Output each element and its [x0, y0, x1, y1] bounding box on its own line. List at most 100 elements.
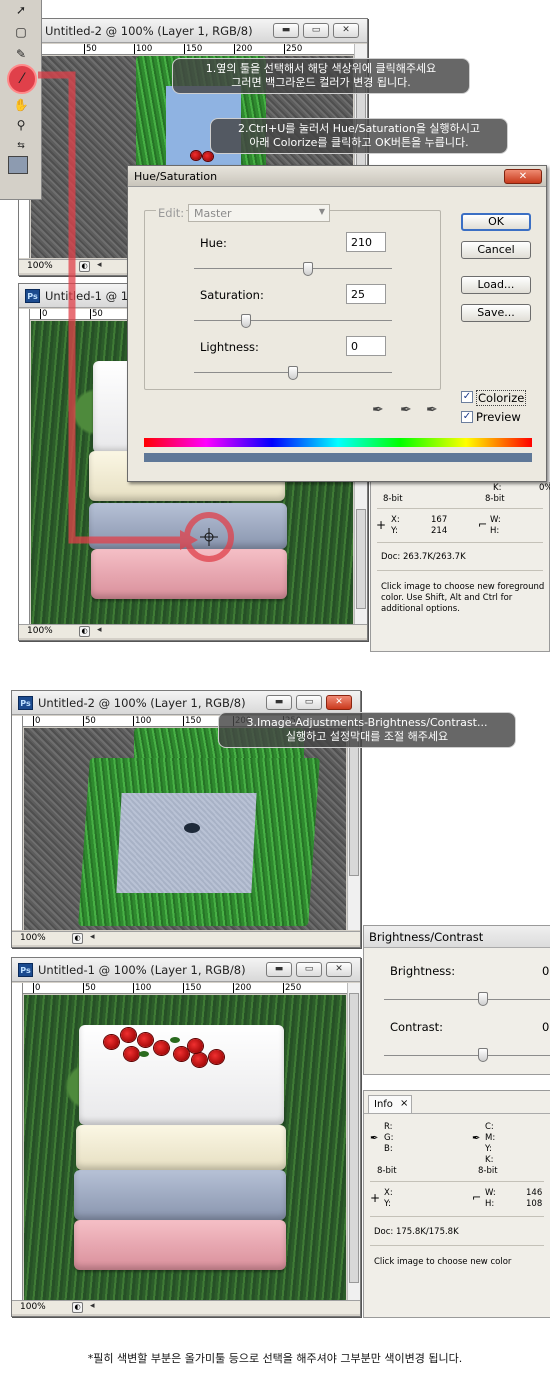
saturation-slider-knob[interactable] — [241, 314, 251, 328]
preview-label[interactable]: Preview — [476, 410, 521, 424]
rose-decoration — [188, 1039, 203, 1053]
ruler-tick: 200 — [232, 983, 252, 993]
dialog-title-bar[interactable]: Brightness/Contrast — [364, 926, 550, 948]
blue-mat-result — [74, 1170, 286, 1220]
colorize-checkbox[interactable]: ✓ — [461, 391, 473, 403]
colorize-label[interactable]: Colorize — [476, 390, 527, 406]
status-menu-icon[interactable]: ◐ — [72, 933, 83, 944]
adjustment-group — [144, 210, 441, 390]
minimize-button[interactable]: ▬ — [266, 962, 292, 977]
saturation-value-input[interactable]: 25 — [346, 284, 386, 304]
info-k-label: K: — [485, 1155, 494, 1165]
rose-decoration — [121, 1028, 136, 1042]
info-help-text: additional options. — [381, 604, 460, 614]
zoom-level[interactable]: 100% — [20, 1302, 46, 1312]
dialog-close-button[interactable]: ✕ — [504, 169, 542, 184]
saturation-label: Saturation: — [200, 288, 264, 302]
divider — [377, 542, 543, 543]
info-panel: K: 0% 8-bit 8-bit + X: 167 Y: 214 ⌐ W: H… — [370, 482, 550, 652]
rose-decoration — [174, 1047, 189, 1061]
hue-slider[interactable] — [194, 262, 392, 276]
save-button[interactable]: Save... — [461, 304, 531, 322]
brightness-slider-knob[interactable] — [478, 992, 488, 1006]
sample-eyedropper-icon: ✒ — [472, 1133, 481, 1144]
contrast-slider-knob[interactable] — [478, 1048, 488, 1062]
maximize-button[interactable]: ▭ — [296, 962, 322, 977]
brightness-value[interactable]: 0 — [542, 964, 549, 978]
window-title: Untitled-2 @ 100% (Layer 1, RGB/8) — [38, 696, 246, 710]
lightness-value-input[interactable]: 0 — [346, 336, 386, 356]
callout-line: 실행하고 설정막대를 조절 해주세요 — [285, 730, 449, 743]
cancel-button[interactable]: Cancel — [461, 241, 531, 259]
edit-label: Edit: — [156, 206, 187, 220]
ruler-tick: 150 — [182, 716, 202, 726]
status-menu-icon[interactable]: ◐ — [72, 1302, 83, 1313]
window-title: Untitled-1 @ 100% (Layer 1, RGB/8) — [38, 963, 246, 977]
brightness-slider[interactable] — [384, 999, 550, 1000]
photo-canvas[interactable] — [24, 728, 346, 930]
hue-slider-knob[interactable] — [303, 262, 313, 276]
contrast-value[interactable]: 0 — [542, 1020, 549, 1034]
ruler-tick: 100 — [132, 716, 152, 726]
eyedropper-minus-icon[interactable]: ✒ — [426, 402, 438, 418]
hue-saturation-dialog[interactable]: Hue/Saturation ✕ Edit: Master ▼ Hue: 210… — [127, 165, 547, 482]
lightness-slider-knob[interactable] — [288, 366, 298, 380]
info-r-label: R: — [384, 1122, 393, 1132]
rose-cluster — [184, 823, 200, 833]
ruler-tick: 150 — [182, 983, 202, 993]
leaf-decoration — [170, 1037, 180, 1043]
dialog-title: Brightness/Contrast — [369, 930, 484, 944]
brightness-contrast-dialog[interactable]: Brightness/Contrast Brightness: 0 Contra… — [363, 925, 550, 1075]
zoom-level[interactable]: 100% — [20, 933, 46, 943]
lightness-label: Lightness: — [200, 340, 259, 354]
info-c-label: C: — [485, 1122, 494, 1132]
edit-dropdown[interactable]: Master ▼ — [188, 204, 330, 222]
eyedropper-icon[interactable]: ✒ — [372, 402, 384, 418]
vertical-scrollbar[interactable] — [347, 716, 360, 930]
vertical-scrollbar[interactable] — [347, 983, 360, 1300]
scroll-left-icon[interactable]: ◂ — [90, 932, 95, 942]
hue-value-input[interactable]: 210 — [346, 232, 386, 252]
info-help-text: Click image to choose new foreground — [381, 582, 545, 592]
dialog-title-bar[interactable]: Hue/Saturation ✕ — [128, 166, 546, 187]
preview-checkbox[interactable]: ✓ — [461, 411, 473, 423]
document-window-untitled-1-result[interactable]: Ps Untitled-1 @ 100% (Layer 1, RGB/8) ▬ … — [11, 957, 361, 1317]
document-size: Doc: 263.7K/263.7K — [381, 552, 466, 562]
eyedropper-plus-icon[interactable]: ✒ — [400, 402, 412, 418]
divider — [377, 570, 543, 571]
blue-mat-result — [116, 793, 257, 893]
selection-size-icon: ⌐ — [478, 518, 488, 531]
info-y-value: 214 — [431, 526, 448, 536]
minimize-button[interactable]: ▬ — [266, 695, 292, 710]
crosshair-coords-icon: + — [370, 1191, 381, 1205]
ok-button[interactable]: OK — [461, 213, 531, 231]
horizontal-ruler: 0 50 100 150 200 250 — [23, 983, 348, 994]
scroll-left-icon[interactable]: ◂ — [90, 1301, 95, 1311]
lightness-slider[interactable] — [194, 366, 392, 380]
contrast-label: Contrast: — [390, 1020, 444, 1034]
info-g-label: G: — [384, 1133, 394, 1143]
info-help-text: Click image to choose new color — [374, 1257, 512, 1267]
window-title-bar[interactable]: Ps Untitled-1 @ 100% (Layer 1, RGB/8) ▬ … — [12, 958, 360, 982]
maximize-button[interactable]: ▭ — [296, 695, 322, 710]
info-y-coord-label: Y: — [384, 1199, 391, 1209]
spectrum-bar — [144, 438, 532, 447]
close-button[interactable]: ✕ — [326, 695, 352, 710]
saturation-slider[interactable] — [194, 314, 392, 328]
crosshair-icon — [200, 528, 218, 546]
close-icon[interactable]: × — [400, 1098, 408, 1109]
bit-depth-right: 8-bit — [478, 1166, 498, 1176]
photo-canvas[interactable] — [24, 995, 346, 1300]
info-x-label: X: — [384, 1188, 393, 1198]
info-h-label: H: — [490, 526, 500, 536]
contrast-slider[interactable] — [384, 1055, 550, 1056]
ruler-tick: 50 — [83, 716, 96, 726]
info-tab[interactable]: Info × — [368, 1095, 412, 1113]
hue-label: Hue: — [200, 236, 227, 250]
rose-decoration — [192, 1053, 207, 1067]
ruler-tick: 250 — [282, 983, 302, 993]
close-button[interactable]: ✕ — [326, 962, 352, 977]
load-button[interactable]: Load... — [461, 276, 531, 294]
document-size: Doc: 175.8K/175.8K — [374, 1227, 459, 1237]
bit-depth-left: 8-bit — [383, 494, 403, 504]
